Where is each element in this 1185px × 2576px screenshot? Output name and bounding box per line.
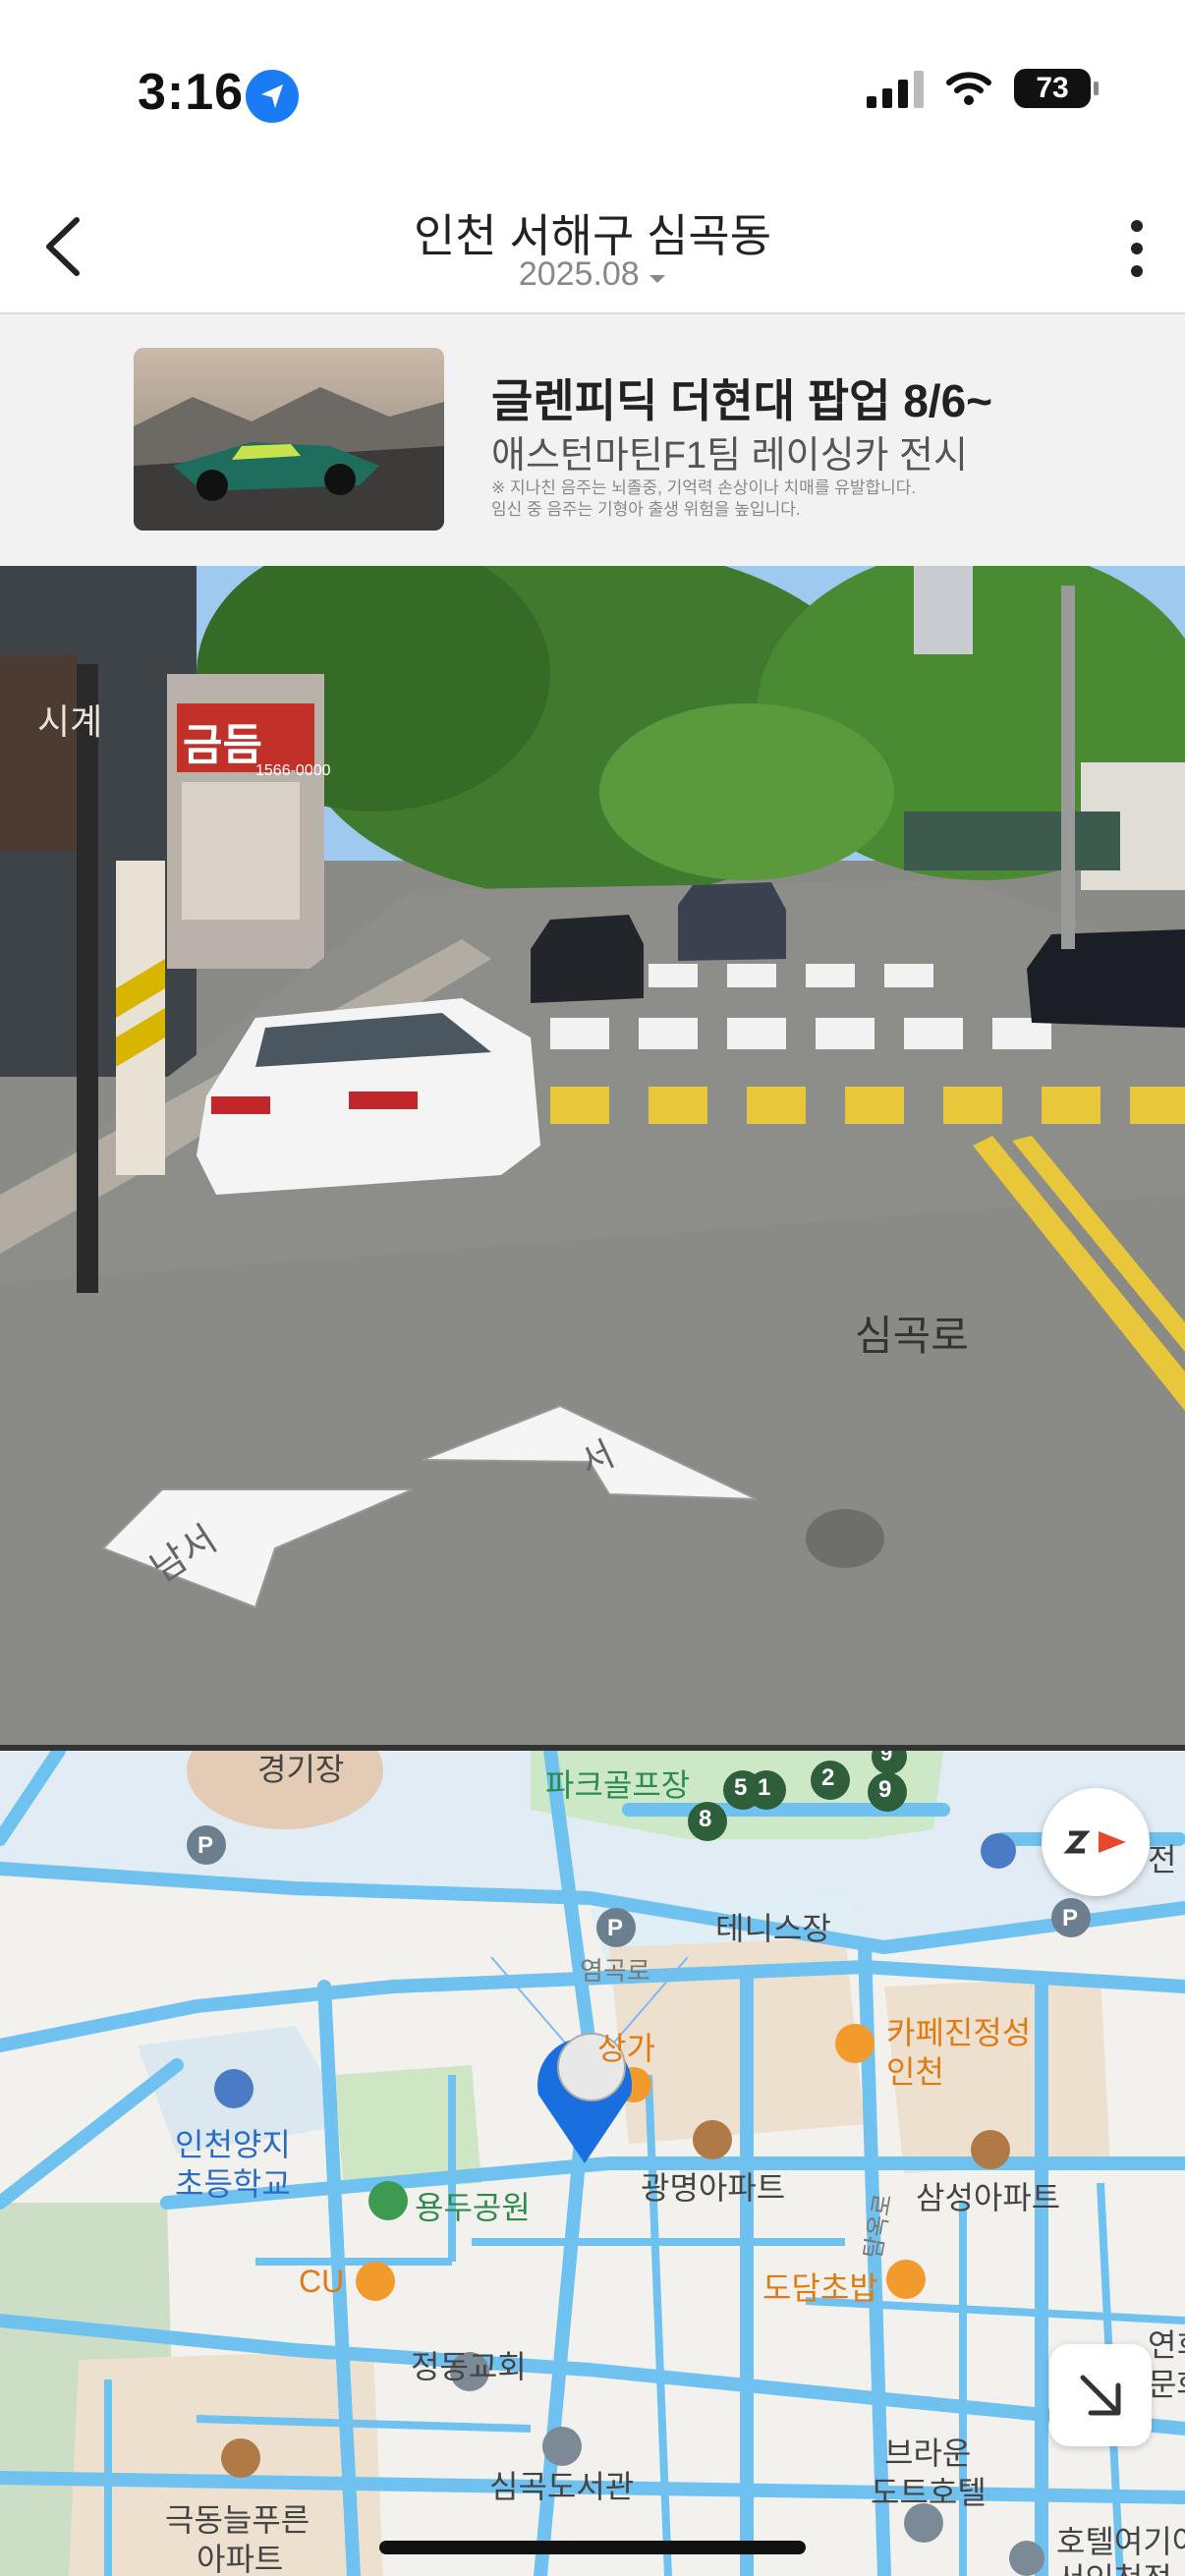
battery-level: 73 [1036, 72, 1069, 104]
golf-hole-1: 1 [758, 1774, 771, 1801]
map-label-hotel2-line-2: 서인천점 [1056, 2554, 1172, 2576]
svg-text:P: P [1062, 1905, 1078, 1932]
caret-down-icon [649, 275, 666, 283]
map-label-geukdong-line-2: 아파트 [197, 2542, 284, 2576]
map-label-golf: 파크골프장 [545, 1767, 691, 1803]
compass-button[interactable] [1042, 1788, 1150, 1896]
map-label-stadium: 경기장 [257, 1752, 345, 1787]
current-location-pin-icon[interactable] [536, 2063, 644, 2171]
map-label-right-edge-2: 문화 [1148, 2367, 1185, 2402]
map-label-school-line-2: 초등학교 [175, 2166, 291, 2202]
ad-fine-print-line-2: 임신 중 음주는 기형아 출생 위험을 높입니다. [491, 500, 801, 519]
cellular-signal-icon [867, 69, 924, 108]
map-label-church: 정동교회 [411, 2349, 527, 2384]
svg-text:P: P [607, 1915, 623, 1941]
golf-hole-9a: 9 [878, 1776, 892, 1803]
map-label-hotel-line-2: 도트호텔 [871, 2475, 987, 2510]
ad-title: 글렌피딕 더현대 팝업 8/6~ [491, 375, 993, 426]
more-options-icon[interactable] [1122, 216, 1152, 281]
golf-hole-9b: 9 [880, 1751, 893, 1765]
map-label-cu: CU [299, 2264, 345, 2299]
ad-image [134, 348, 444, 531]
golf-hole-5: 5 [734, 1774, 748, 1801]
map-label-charging: 전 [1148, 1842, 1177, 1877]
location-arrow-icon [246, 70, 299, 123]
map-label-cafe-line-2: 인천 [886, 2054, 944, 2090]
expand-map-button[interactable] [1049, 2344, 1152, 2446]
compass-icon [1063, 1830, 1126, 1854]
golf-hole-8: 8 [699, 1806, 712, 1832]
wifi-icon [946, 72, 991, 105]
battery-icon: 73 [1014, 69, 1099, 108]
map-label-gwangmyeong-apt: 광명아파트 [641, 2170, 786, 2206]
svg-text:P: P [198, 1832, 213, 1859]
map-label-library: 심곡도서관 [489, 2469, 635, 2504]
street-view-panorama[interactable]: 남서 서 시계 금듬 1566-0000 심곡로 [0, 566, 1185, 1745]
status-time: 3:16 [138, 64, 245, 121]
ad-fine-print: ※ 지나친 음주는 뇌졸중, 기억력 손상이나 치매를 유발합니다. 임신 중 … [491, 477, 943, 521]
store-sign-1: 시계 [37, 701, 103, 742]
map-label-park: 용두공원 [415, 2190, 531, 2225]
diagonal-arrow-icon [1080, 2375, 1121, 2416]
status-bar: 3:16 73 [0, 0, 1185, 187]
map-label-dodam: 도담초밥 [762, 2270, 878, 2306]
home-indicator[interactable] [379, 2541, 806, 2554]
date-selector[interactable]: 2025.08 [0, 255, 1185, 294]
golf-hole-2: 2 [821, 1764, 835, 1791]
store-sign-phone: 1566-0000 [255, 762, 331, 779]
ad-subtitle: 애스턴마틴F1팀 레이싱카 전시 [491, 435, 968, 476]
map-label-tennis: 테니스장 [715, 1911, 831, 1946]
header-bar: 인천 서해구 심곡동 2025.08 [0, 187, 1185, 314]
store-sign-2: 금듬 [183, 721, 262, 769]
road-label: 심곡로 [855, 1313, 969, 1359]
ad-banner[interactable]: 글렌피딕 더현대 팝업 8/6~ 애스턴마틴F1팀 레이싱카 전시 ※ 지나친 … [0, 314, 1185, 566]
date-label: 2025.08 [518, 255, 640, 293]
map-label-yeomgok-road: 염곡로 [580, 1956, 650, 1986]
map-view[interactable]: PPP 경기장 파크골프장 테니스장 염곡로 상가 카페진정성 인천 인천양지 … [0, 1751, 1185, 2576]
map-label-samseong-apt: 삼성아파트 [916, 2180, 1061, 2215]
ad-fine-print-line-1: ※ 지나친 음주는 뇌졸중, 기억력 손상이나 치매를 유발합니다. [491, 478, 917, 497]
